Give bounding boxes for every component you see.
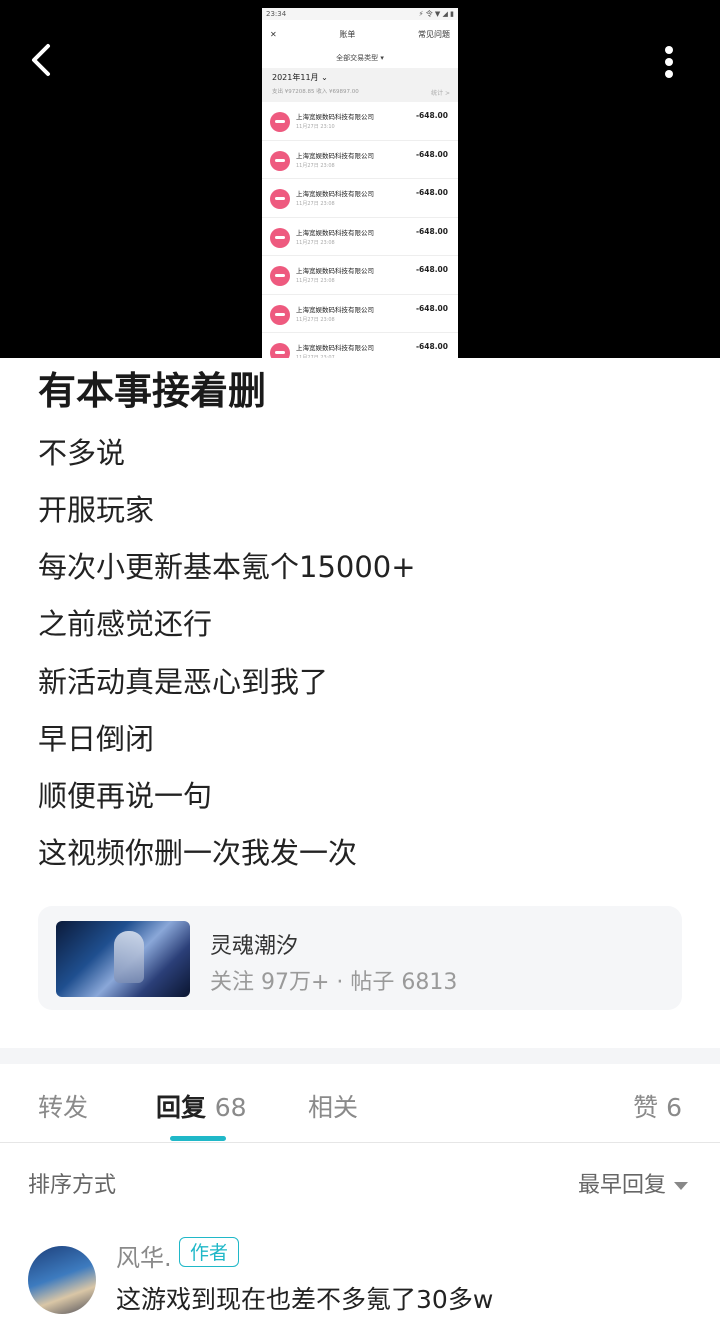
forum-card[interactable]: 灵魂潮汐 关注 97万+ · 帖子 6813: [38, 906, 682, 1010]
section-divider: [0, 1048, 720, 1064]
bill-row: 上海宽娱数码科技有限公司 11月27日 23:07 -648.00: [262, 333, 458, 358]
merchant-name: 上海宽娱数码科技有限公司: [296, 344, 374, 352]
type-filter: 全部交易类型 ▾: [262, 48, 458, 68]
post-line: 顺便再说一句: [38, 779, 213, 813]
month-summary: 2021年11月 ⌄ 支出 ¥97208.85 收入 ¥69897.00 统计 …: [262, 68, 458, 102]
merchant-icon: [270, 343, 290, 358]
bill-header: ✕ 账单 常见问题: [262, 20, 458, 48]
bill-row: 上海宽娱数码科技有限公司 11月27日 23:08 -648.00: [262, 179, 458, 218]
like-count: 6: [666, 1093, 682, 1122]
status-icons: ⚡ 令 ▼ ◢ ▮: [418, 10, 454, 18]
more-vertical-icon: [665, 46, 673, 78]
faq-link: 常见问题: [417, 29, 450, 39]
tab-reply[interactable]: 回复 68: [156, 1088, 247, 1124]
month-label: 2021年11月 ⌄: [272, 73, 328, 82]
bill-list: 上海宽娱数码科技有限公司 11月27日 23:10 -648.00 上海宽娱数码科技有…: [262, 102, 458, 358]
bill-row: 上海宽娱数码科技有限公司 11月27日 23:08 -648.00: [262, 141, 458, 179]
forum-cover-image: [56, 921, 190, 997]
merchant-icon: [270, 189, 290, 209]
bill-date: 11月27日 23:07: [296, 355, 335, 358]
bill-date: 11月27日 23:08: [296, 162, 335, 169]
tab-related[interactable]: 相关: [308, 1088, 358, 1124]
sort-label: 排序方式: [28, 1173, 117, 1198]
post-line: 早日倒闭: [38, 722, 155, 756]
bill-row: 上海宽娱数码科技有限公司 11月27日 23:08 -648.00: [262, 218, 458, 256]
merchant-name: 上海宽娱数码科技有限公司: [296, 305, 374, 314]
bill-row: 上海宽娱数码科技有限公司 11月27日 23:08 -648.00: [262, 295, 458, 333]
status-bar: 23:34 ⚡ 令 ▼ ◢ ▮: [262, 8, 458, 20]
tab-repost[interactable]: 转发: [38, 1088, 88, 1124]
merchant-icon: [270, 227, 290, 248]
bill-date: 11月27日 23:08: [296, 239, 335, 246]
post-line: 开服玩家: [38, 493, 155, 527]
reply-count: 68: [214, 1093, 247, 1122]
merchant-name: 上海宽娱数码科技有限公司: [296, 190, 374, 198]
month-totals: 支出 ¥97208.85 收入 ¥69897.00: [272, 89, 359, 95]
post-line: 新活动真是恶心到我了: [38, 665, 329, 699]
more-button[interactable]: [656, 42, 682, 82]
forum-stats: 关注 97万+ · 帖子 6813: [210, 970, 458, 995]
bill-row: 上海宽娱数码科技有限公司 11月27日 23:08 -648.00: [262, 256, 458, 295]
chevron-left-icon: [32, 44, 50, 76]
bill-amount: -648.00: [415, 265, 448, 274]
comment-username[interactable]: 风华.: [116, 1238, 172, 1273]
bill-amount: -648.00: [415, 342, 448, 351]
bill-date: 11月27日 23:08: [296, 278, 335, 284]
bill-date: 11月27日 23:08: [296, 201, 335, 207]
close-icon: ✕: [270, 29, 277, 39]
caret-down-icon: [674, 1182, 688, 1190]
back-button[interactable]: [24, 40, 64, 80]
bill-amount: -648.00: [415, 188, 448, 197]
bill-amount: -648.00: [415, 111, 448, 120]
merchant-icon: [270, 150, 290, 171]
stats-link: 统计 >: [431, 90, 450, 97]
tab-bar: 转发 回复 68 相关 赞 6: [0, 1064, 720, 1143]
post-line: 之前感觉还行: [38, 607, 213, 641]
bill-date: 11月27日 23:10: [296, 124, 335, 130]
merchant-icon: [270, 266, 290, 286]
merchant-name: 上海宽娱数码科技有限公司: [296, 228, 374, 237]
merchant-name: 上海宽娱数码科技有限公司: [296, 113, 374, 121]
avatar[interactable]: [28, 1246, 96, 1314]
active-tab-indicator: [170, 1136, 226, 1141]
status-time: 23:34: [266, 10, 287, 18]
bill-amount: -648.00: [415, 303, 448, 313]
bill-title: 账单: [339, 29, 356, 39]
bill-screenshot[interactable]: 23:34 ⚡ 令 ▼ ◢ ▮ ✕ 账单 常见问题 全部交易类型 ▾ 2021年…: [262, 8, 458, 358]
merchant-icon: [270, 112, 290, 132]
merchant-name: 上海宽娱数码科技有限公司: [296, 151, 374, 160]
post-line: 每次小更新基本氪个15000+: [38, 550, 416, 584]
bill-row: 上海宽娱数码科技有限公司 11月27日 23:10 -648.00: [262, 102, 458, 141]
post-title: 有本事接着删: [38, 369, 267, 413]
bill-amount: -648.00: [415, 149, 448, 159]
sort-dropdown[interactable]: 最早回复: [578, 1167, 688, 1199]
author-badge: 作者: [179, 1237, 240, 1267]
post-line: 不多说: [38, 436, 126, 470]
merchant-name: 上海宽娱数码科技有限公司: [296, 267, 374, 275]
comment-text: 这游戏到现在也差不多氪了30多w: [116, 1285, 494, 1314]
post-line: 这视频你删一次我发一次: [38, 836, 358, 870]
bill-date: 11月27日 23:08: [296, 316, 335, 323]
merchant-icon: [270, 304, 290, 325]
like-button[interactable]: 赞 6: [633, 1088, 682, 1124]
forum-name: 灵魂潮汐: [210, 934, 299, 959]
media-viewer[interactable]: 23:34 ⚡ 令 ▼ ◢ ▮ ✕ 账单 常见问题 全部交易类型 ▾ 2021年…: [0, 0, 720, 358]
bill-amount: -648.00: [415, 226, 448, 236]
